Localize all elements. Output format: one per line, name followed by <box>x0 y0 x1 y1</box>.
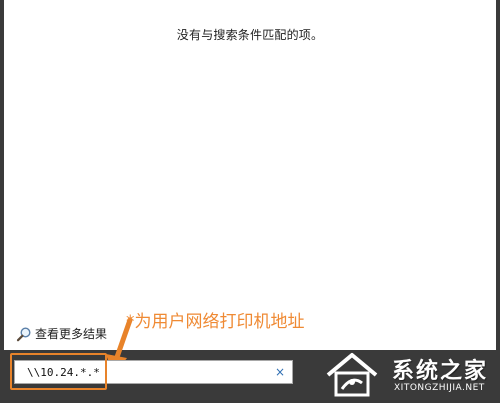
search-window: 没有与搜索条件匹配的项。 查看更多结果 *为用户网络打印机地址 × 系统之家 <box>0 0 500 403</box>
watermark-title: 系统之家 <box>392 359 489 384</box>
house-logo-icon <box>326 353 378 397</box>
watermark: 系统之家 XITONGZHIJIA.NET <box>322 349 498 399</box>
highlight-box <box>10 353 107 390</box>
no-results-message: 没有与搜索条件匹配的项。 <box>176 28 324 42</box>
watermark-url: XITONGZHIJIA.NET <box>394 383 485 393</box>
results-panel: 没有与搜索条件匹配的项。 查看更多结果 <box>4 0 496 350</box>
close-icon[interactable]: × <box>275 365 285 379</box>
annotation-label: *为用户网络打印机地址 <box>126 312 305 332</box>
see-more-results-link[interactable]: 查看更多结果 <box>16 325 107 342</box>
magnifier-icon <box>16 326 32 342</box>
see-more-label: 查看更多结果 <box>35 327 108 341</box>
